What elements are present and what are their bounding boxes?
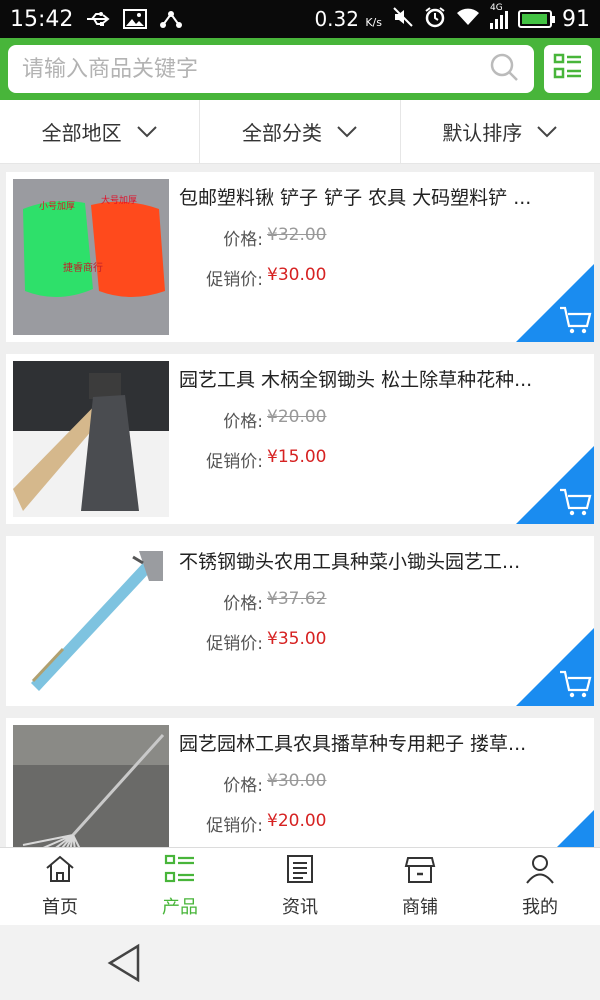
back-icon[interactable]	[106, 943, 142, 987]
price-label: 价格:	[223, 776, 263, 796]
product-image-rake[interactable]	[13, 725, 169, 847]
add-to-cart-button[interactable]	[516, 810, 594, 847]
image-label-small: 小号加厚	[39, 201, 75, 212]
filter-sort[interactable]: 默认排序	[401, 100, 600, 163]
status-time: 15:42	[10, 6, 74, 32]
battery-icon	[518, 10, 555, 28]
nav-shop-label: 商铺	[402, 897, 438, 918]
add-to-cart-button[interactable]	[516, 264, 594, 342]
product-title[interactable]: 包邮塑料锹 铲子 铲子 农具 大码塑料铲 ...	[179, 183, 579, 210]
wifi-icon	[456, 7, 480, 32]
original-price: ¥32.00	[267, 225, 327, 245]
price-row: 价格: ¥30.00	[179, 771, 587, 796]
filter-sort-label: 默认排序	[442, 121, 523, 145]
price-row: 价格: ¥37.62	[179, 589, 587, 614]
product-title[interactable]: 园艺工具 木柄全钢锄头 松土除草种花种...	[179, 365, 579, 392]
price-label: 价格:	[223, 412, 263, 432]
mute-icon	[392, 6, 414, 33]
product-card[interactable]: 园艺园林工具农具播草种专用耙子 搂草... 价格: ¥30.00 促销价: ¥2…	[6, 718, 594, 847]
chevron-down-icon	[536, 120, 558, 144]
news-icon	[284, 854, 316, 889]
price-label: 价格:	[223, 594, 263, 614]
user-icon	[524, 854, 556, 889]
price-row: 价格: ¥20.00	[179, 407, 587, 432]
nav-profile-label: 我的	[522, 897, 558, 918]
nav-products[interactable]: 产品	[120, 848, 240, 925]
shop-icon	[404, 854, 436, 889]
usb-icon	[85, 10, 111, 28]
nav-home[interactable]: 首页	[0, 848, 120, 925]
filter-category[interactable]: 全部分类	[200, 100, 401, 163]
promo-price: ¥35.00	[267, 629, 327, 649]
chevron-down-icon	[136, 120, 158, 144]
product-title[interactable]: 园艺园林工具农具播草种专用耙子 搂草...	[179, 729, 579, 756]
original-price: ¥20.00	[267, 407, 327, 427]
image-label-large: 大号加厚	[101, 194, 137, 206]
promo-price: ¥15.00	[267, 447, 327, 467]
nav-products-label: 产品	[162, 897, 198, 918]
search-header	[0, 38, 600, 100]
battery-level: 91	[562, 6, 590, 32]
product-image-steel-hoe[interactable]	[13, 361, 169, 517]
search-box[interactable]	[8, 45, 534, 93]
image-label-brand: 捷睿商行	[63, 261, 103, 274]
promo-price: ¥30.00	[267, 265, 327, 285]
search-input[interactable]	[22, 56, 488, 82]
product-image-plastic-shovels[interactable]: 小号加厚 大号加厚 捷睿商行	[13, 179, 169, 335]
nav-profile[interactable]: 我的	[480, 848, 600, 925]
share-icon	[159, 8, 183, 30]
price-row: 价格: ¥32.00	[179, 225, 587, 250]
home-icon	[44, 854, 76, 889]
nav-home-label: 首页	[42, 897, 78, 918]
nav-news-label: 资讯	[282, 897, 318, 918]
product-card[interactable]: 小号加厚 大号加厚 捷睿商行 包邮塑料锹 铲子 铲子 农具 大码塑料铲 ... …	[6, 172, 594, 342]
signal-icon: 4G	[490, 3, 508, 29]
promo-label: 促销价:	[206, 634, 263, 654]
price-label: 价格:	[223, 230, 263, 250]
list-menu-icon	[553, 52, 583, 86]
original-price: ¥30.00	[267, 771, 327, 791]
promo-price: ¥20.00	[267, 811, 327, 831]
bottom-nav: 首页 产品 资讯 商铺 我的	[0, 847, 600, 925]
product-title[interactable]: 不锈钢锄头农用工具种菜小锄头园艺工...	[179, 547, 579, 574]
status-bar: 15:42 0.32 K/s 4G 91	[0, 0, 600, 38]
list-icon	[164, 854, 196, 889]
promo-label: 促销价:	[206, 816, 263, 836]
image-icon	[123, 9, 148, 29]
filter-category-label: 全部分类	[241, 121, 322, 145]
filter-region[interactable]: 全部地区	[0, 100, 201, 163]
promo-label: 促销价:	[206, 270, 263, 290]
add-to-cart-button[interactable]	[516, 628, 594, 706]
add-to-cart-button[interactable]	[516, 446, 594, 524]
product-card[interactable]: 园艺工具 木柄全钢锄头 松土除草种花种... 价格: ¥20.00 促销价: ¥…	[6, 354, 594, 524]
nav-shop[interactable]: 商铺	[360, 848, 480, 925]
filter-bar: 全部地区 全部分类 默认排序	[0, 100, 600, 164]
promo-label: 促销价:	[206, 452, 263, 472]
chevron-down-icon	[336, 120, 358, 144]
category-menu-button[interactable]	[544, 45, 592, 93]
network-speed: 0.32 K/s	[314, 7, 382, 31]
search-icon[interactable]	[488, 51, 520, 87]
alarm-icon	[424, 6, 446, 33]
product-list: 小号加厚 大号加厚 捷睿商行 包邮塑料锹 铲子 铲子 农具 大码塑料铲 ... …	[0, 164, 600, 847]
nav-news[interactable]: 资讯	[240, 848, 360, 925]
status-right: 0.32 K/s 4G 91	[314, 3, 590, 33]
filter-region-label: 全部地区	[41, 121, 122, 145]
product-card[interactable]: 不锈钢锄头农用工具种菜小锄头园艺工... 价格: ¥37.62 促销价: ¥35…	[6, 536, 594, 706]
system-nav-bar	[0, 925, 600, 1000]
product-image-stainless-hoe[interactable]	[13, 543, 169, 699]
original-price: ¥37.62	[267, 589, 327, 609]
